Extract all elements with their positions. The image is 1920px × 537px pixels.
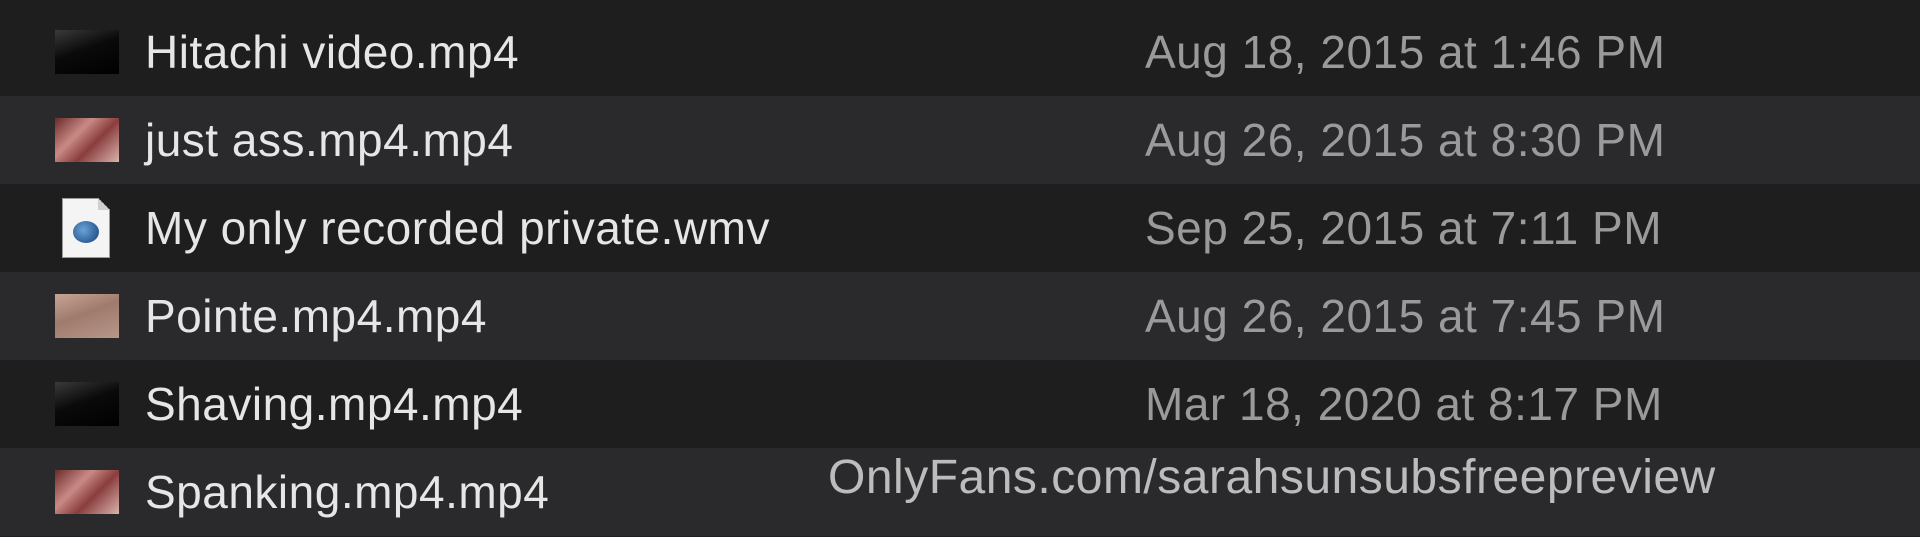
file-date: Mar 18, 2020 at 8:17 PM xyxy=(1145,378,1663,430)
file-date: Aug 26, 2015 at 7:45 PM xyxy=(1145,290,1666,342)
file-name: Shaving.mp4.mp4 xyxy=(145,378,524,430)
video-thumbnail-icon xyxy=(55,30,119,74)
video-thumbnail-icon xyxy=(55,118,119,162)
file-row[interactable]: just ass.mp4.mp4 Aug 26, 2015 at 8:30 PM xyxy=(0,96,1920,184)
file-name: just ass.mp4.mp4 xyxy=(145,114,514,166)
file-row[interactable]: Pointe.mp4.mp4 Aug 26, 2015 at 7:45 PM xyxy=(0,272,1920,360)
file-date: Sep 25, 2015 at 7:11 PM xyxy=(1145,202,1663,254)
file-date: Aug 26, 2015 at 8:30 PM xyxy=(1145,114,1666,166)
wmv-document-icon xyxy=(62,198,110,258)
file-row[interactable]: Spanking.mp4.mp4 xyxy=(0,448,1920,536)
file-list: Hitachi video.mp4 Aug 18, 2015 at 1:46 P… xyxy=(0,0,1920,537)
file-name: Spanking.mp4.mp4 xyxy=(145,466,550,518)
video-thumbnail-icon xyxy=(55,470,119,514)
file-row[interactable]: Hitachi video.mp4 Aug 18, 2015 at 1:46 P… xyxy=(0,8,1920,96)
video-thumbnail-icon xyxy=(55,382,119,426)
file-name: My only recorded private.wmv xyxy=(145,202,770,254)
file-name: Hitachi video.mp4 xyxy=(145,26,520,78)
file-row[interactable]: My only recorded private.wmv Sep 25, 201… xyxy=(0,184,1920,272)
file-row[interactable]: Shaving.mp4.mp4 Mar 18, 2020 at 8:17 PM xyxy=(0,360,1920,448)
video-thumbnail-icon xyxy=(55,294,119,338)
file-date: Aug 18, 2015 at 1:46 PM xyxy=(1145,26,1666,78)
file-name: Pointe.mp4.mp4 xyxy=(145,290,487,342)
media-badge-icon xyxy=(73,221,99,243)
